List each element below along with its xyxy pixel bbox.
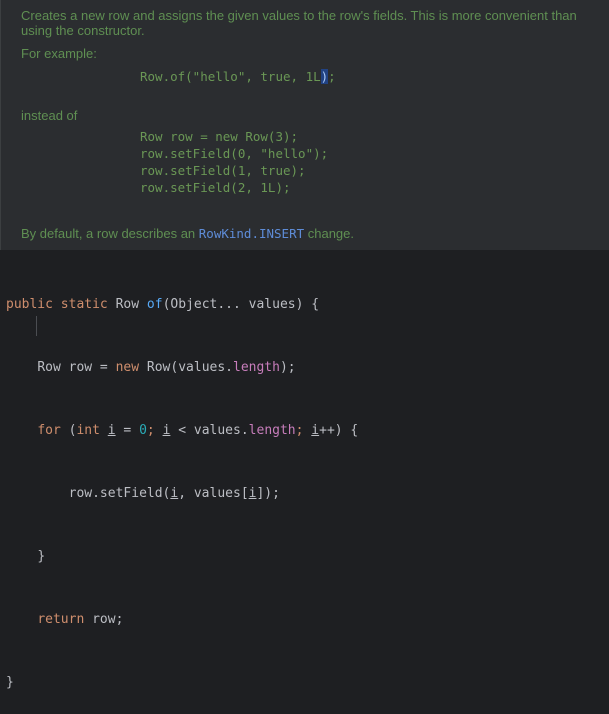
- code-line-1: public static Row of(Object... values) {: [6, 294, 358, 315]
- documentation-popup: Creates a new row and assigns the given …: [0, 0, 609, 250]
- doc-instead-code-3: row.setField(1, true);: [140, 163, 306, 178]
- code-line-4: row.setField(i, values[i]);: [6, 483, 358, 504]
- doc-instead-code-1: Row row = new Row(3);: [140, 129, 299, 144]
- example-code-text: Row.of("hello", true, 1L: [140, 69, 321, 84]
- doc-instead-code-4: row.setField(2, 1L);: [140, 180, 291, 195]
- setfield-end: ]);: [256, 486, 280, 501]
- var-i-inc: i: [311, 423, 320, 438]
- kw-static: static: [60, 297, 108, 312]
- var-i-index: i: [248, 486, 257, 501]
- row-decl-end: );: [279, 360, 296, 375]
- code-line-2: Row row = new Row(values.length);: [6, 357, 358, 378]
- code-line-7: }: [6, 672, 358, 693]
- for-semi-1: ;: [146, 423, 163, 438]
- doc-line-2: using the constructor.: [21, 23, 145, 38]
- doc-default-after: change.: [304, 226, 354, 241]
- var-i-arg: i: [170, 486, 179, 501]
- for-close-brace: }: [37, 549, 46, 564]
- doc-example-code: Row.of("hello", true, 1L);: [140, 68, 336, 85]
- example-code-end: ;: [328, 69, 336, 84]
- doc-example-label: For example:: [21, 46, 97, 61]
- code-editor[interactable]: public static Row of(Object... values) {…: [6, 252, 358, 714]
- return-value: row;: [84, 612, 124, 627]
- row-ctor: Row(values.: [139, 360, 233, 375]
- setfield-mid: , values[: [178, 486, 249, 501]
- doc-default-before: By default, a row describes an: [21, 226, 199, 241]
- for-open: (: [60, 423, 77, 438]
- for-lt: < values.: [170, 423, 249, 438]
- doc-instead-code-2: row.setField(0, "hello");: [140, 146, 329, 161]
- var-i: i: [107, 423, 116, 438]
- for-eq: =: [115, 423, 140, 438]
- return-type: Row: [115, 297, 140, 312]
- length-field-2: length: [248, 423, 296, 438]
- doc-instead-label: instead of: [21, 108, 78, 123]
- for-inc: ++) {: [319, 423, 359, 438]
- row-decl: Row row =: [37, 360, 116, 375]
- kw-new: new: [115, 360, 140, 375]
- for-semi-2: ;: [295, 423, 312, 438]
- method-params: (Object... values) {: [162, 297, 320, 312]
- kw-for: for: [37, 423, 61, 438]
- code-line-6: return row;: [6, 609, 358, 630]
- doc-default-line: By default, a row describes an RowKind.I…: [21, 226, 354, 242]
- var-i-cond: i: [162, 423, 171, 438]
- kw-return: return: [37, 612, 85, 627]
- code-line-3: for (int i = 0; i < values.length; i++) …: [6, 420, 358, 441]
- kw-public: public: [6, 297, 53, 312]
- length-field: length: [233, 360, 280, 375]
- doc-line-1: Creates a new row and assigns the given …: [21, 8, 577, 23]
- code-line-5: }: [6, 546, 358, 567]
- num-zero: 0: [139, 423, 147, 438]
- method-close-brace: }: [6, 675, 14, 690]
- setfield-call: row.setField(: [68, 486, 171, 501]
- rowkind-insert-link[interactable]: RowKind.INSERT: [199, 226, 304, 241]
- kw-int: int: [76, 423, 100, 438]
- method-name: of: [146, 297, 163, 312]
